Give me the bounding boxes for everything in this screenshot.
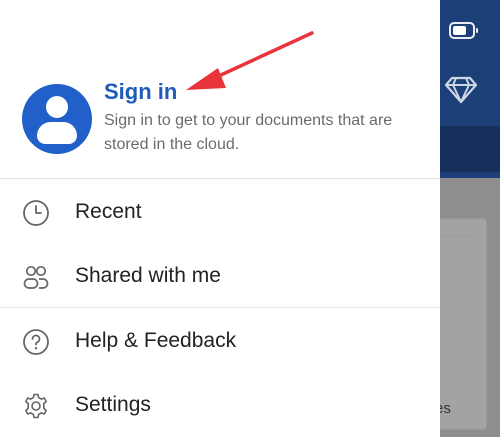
divider: [0, 178, 440, 179]
side-drawer: Sign in Sign in to get to your documents…: [0, 0, 440, 437]
menu-item-shared[interactable]: Shared with me: [0, 247, 440, 305]
people-icon: [23, 265, 49, 289]
annotation-arrow-icon: [186, 31, 314, 90]
menu-item-help[interactable]: Help & Feedback: [0, 312, 440, 370]
avatar-icon[interactable]: [22, 84, 92, 154]
clock-icon: [23, 200, 49, 226]
signin-link[interactable]: Sign in: [104, 79, 177, 105]
menu-label-shared: Shared with me: [75, 264, 221, 287]
menu-label-help: Help & Feedback: [75, 329, 237, 352]
menu-label-recent: Recent: [75, 200, 142, 223]
signin-description: Sign in to get to your documents that ar…: [104, 112, 393, 153]
signin-section[interactable]: Sign in Sign in to get to your documents…: [0, 0, 440, 178]
help-icon: [23, 329, 49, 355]
background-card-line: [440, 236, 474, 237]
divider: [0, 307, 440, 308]
avatar-head: [46, 96, 68, 118]
avatar-body: [37, 122, 77, 144]
background-banner: [430, 126, 500, 172]
background-card: [440, 218, 487, 430]
battery-icon: [449, 22, 478, 39]
menu-item-recent[interactable]: Recent: [0, 183, 440, 241]
diamond-icon: [444, 76, 478, 104]
menu-label-settings: Settings: [75, 393, 151, 416]
gear-icon: [25, 393, 47, 419]
menu-item-settings[interactable]: Settings: [0, 376, 440, 434]
